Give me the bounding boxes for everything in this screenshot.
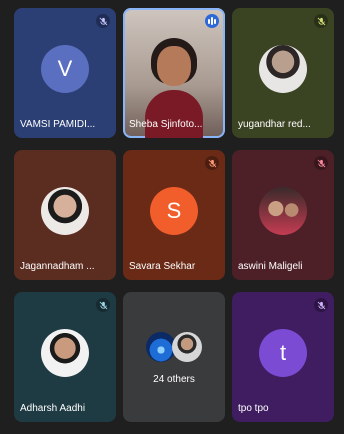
participant-tile[interactable]: V VAMSI PAMIDI... xyxy=(14,8,116,138)
participant-grid: V VAMSI PAMIDI... Sheba Sjinfoto... yuga… xyxy=(0,0,344,434)
avatar-initial: V xyxy=(57,56,73,82)
participant-tile[interactable]: S Savara Sekhar xyxy=(123,150,225,280)
participant-tile[interactable]: aswini Maligeli xyxy=(232,150,334,280)
others-tile[interactable]: 24 others xyxy=(123,292,225,422)
avatar xyxy=(41,329,89,378)
participant-name: Adharsh Aadhi xyxy=(20,403,86,414)
participant-name: Sheba Sjinfoto... xyxy=(129,119,203,130)
avatar xyxy=(259,45,307,94)
participant-name: tpo tpo xyxy=(238,403,269,414)
others-count: 24 others xyxy=(153,374,195,385)
participant-name: yugandhar red... xyxy=(238,119,311,130)
speaking-indicator-icon xyxy=(205,14,219,28)
participant-tile[interactable]: Jagannadham ... xyxy=(14,150,116,280)
participant-tile[interactable]: Adharsh Aadhi xyxy=(14,292,116,422)
participant-name: Savara Sekhar xyxy=(129,261,196,272)
mic-muted-icon xyxy=(205,156,219,170)
mic-muted-icon xyxy=(314,156,328,170)
avatar: V xyxy=(41,45,89,94)
participant-name: aswini Maligeli xyxy=(238,261,303,272)
avatar xyxy=(41,187,89,236)
participant-name: VAMSI PAMIDI... xyxy=(20,119,96,130)
avatar-initial: t xyxy=(279,340,287,366)
avatar xyxy=(259,187,307,236)
mic-muted-icon xyxy=(314,14,328,28)
participant-name: Jagannadham ... xyxy=(20,261,95,272)
mic-muted-icon xyxy=(314,298,328,312)
participant-tile[interactable]: yugandhar red... xyxy=(232,8,334,138)
participant-tile[interactable]: t tpo tpo xyxy=(232,292,334,422)
mic-muted-icon xyxy=(96,14,110,28)
avatar: t xyxy=(259,329,307,378)
participant-tile[interactable]: Sheba Sjinfoto... xyxy=(123,8,225,138)
avatar-initial: S xyxy=(166,198,182,224)
mic-muted-icon xyxy=(96,298,110,312)
other-avatar xyxy=(172,332,202,362)
avatar: S xyxy=(150,187,198,236)
